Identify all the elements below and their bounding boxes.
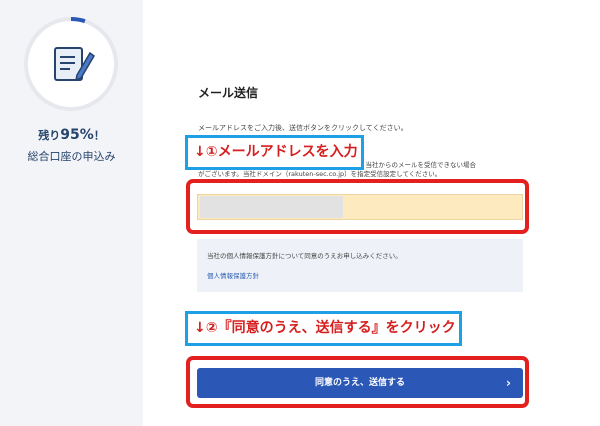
instruction-text: メールアドレスをご入力後、送信ボタンをクリックしてください。 [198,124,408,132]
submit-label: 同意のうえ、送信する [314,378,405,388]
step2-callout: ↓②『同意のうえ、送信する』をクリック [185,311,462,346]
agree-submit-button[interactable]: 同意のうえ、送信する › [197,368,523,398]
note-line-3: がございます。当社ドメイン（rakuten-sec.co.jp）を指定受信設定し… [198,170,442,178]
chevron-right-icon: › [506,376,511,390]
step1-callout: ↓①メールアドレスを入力 [185,135,364,170]
progress-ring [24,17,118,111]
remaining-suffix: ！ [93,129,105,142]
progress-sidebar: 残り95%！ 総合口座の申込み [0,0,143,426]
privacy-text: 当社の個人情報保護方針について同意のうえお申し込みください。 [207,252,402,260]
application-title: 総合口座の申込み [27,150,116,163]
email-field[interactable] [200,196,343,218]
privacy-policy-link[interactable]: 個人情報保護方針 [207,270,259,280]
remaining-progress: 残り95%！ [0,127,143,143]
progress-arc [70,17,86,24]
remaining-percent: 95% [60,127,94,143]
remaining-prefix: 残り [38,129,61,142]
section-title: メール送信 [198,86,259,100]
privacy-notice: 当社の個人情報保護方針について同意のうえお申し込みください。 個人情報保護方針 [197,239,523,292]
